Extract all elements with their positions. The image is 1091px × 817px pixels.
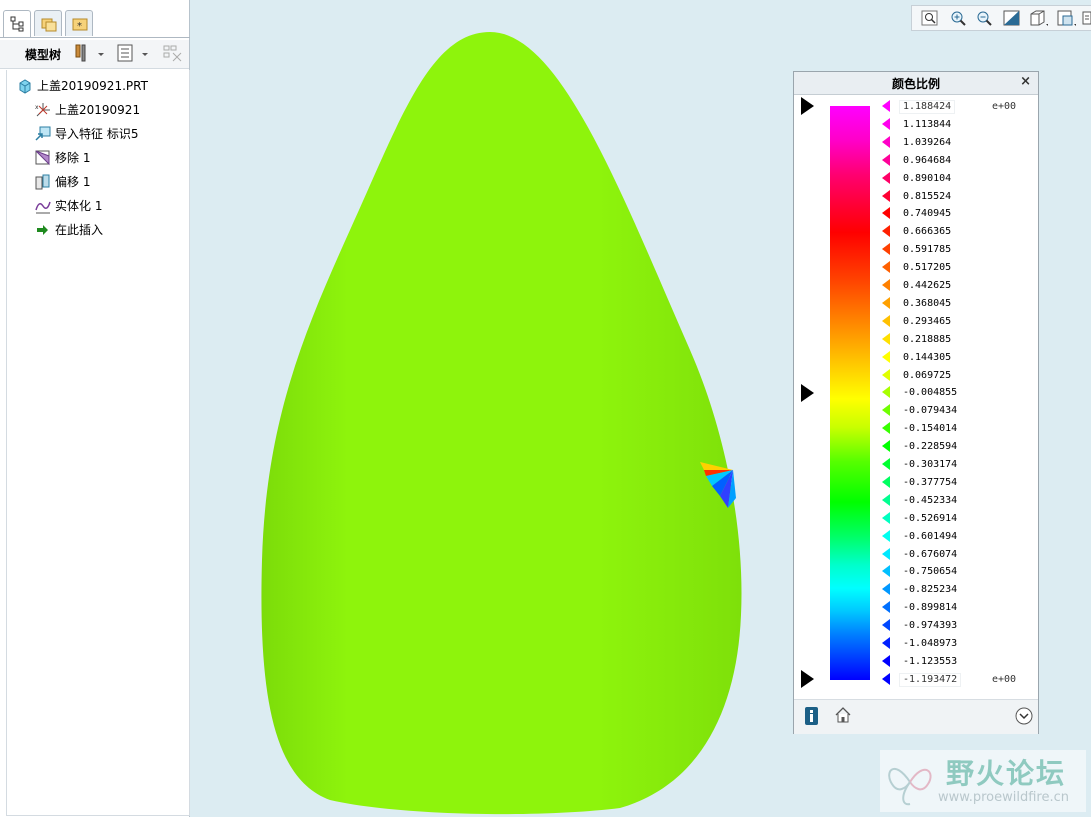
scale-value-label: 1.039264	[903, 136, 952, 148]
scale-value-label: 0.293465	[903, 315, 952, 327]
display-style-icon[interactable]	[1028, 9, 1048, 27]
max-slider-handle[interactable]	[801, 97, 814, 115]
color-scale-title: 颜色比例	[891, 77, 940, 91]
watermark-url: www.proewildfire.cn	[938, 790, 1069, 805]
scale-marker	[882, 475, 890, 488]
scale-value-label: -0.154014	[903, 423, 958, 435]
scale-marker	[882, 189, 890, 202]
scale-marker	[882, 153, 890, 166]
scale-marker	[882, 619, 890, 632]
scale-marker	[882, 565, 890, 578]
scale-value-label: -0.452334	[903, 494, 958, 506]
expand-chevron-icon[interactable]	[1014, 706, 1034, 726]
scale-marker	[882, 117, 890, 130]
deviation-model-surface[interactable]	[261, 32, 742, 815]
zoom-in-icon[interactable]	[948, 9, 968, 27]
info-icon[interactable]	[804, 706, 820, 726]
scale-value-label: -0.526914	[903, 512, 958, 524]
repaint-icon[interactable]	[1002, 9, 1022, 27]
refit-icon[interactable]	[920, 9, 940, 27]
scale-value-label: -1.123553	[903, 655, 958, 667]
scale-value-label: -0.750654	[903, 566, 958, 578]
watermark: 野火论坛 www.proewildfire.cn	[880, 750, 1086, 812]
scale-value-label: -0.676074	[903, 548, 958, 560]
color-scale-header: 颜色比例 ×	[794, 72, 1038, 95]
scale-marker	[882, 171, 890, 184]
color-scale-dialog: 颜色比例 × 1.188424 e+00 -1.193472 e+00 1.11…	[793, 71, 1039, 734]
scale-value-label: 0.964684	[903, 154, 952, 166]
max-exponent: e+00	[992, 101, 1017, 112]
scale-marker	[882, 547, 890, 560]
saved-views-icon[interactable]	[1056, 9, 1076, 27]
scale-value-label: 0.666365	[903, 226, 952, 238]
scale-value-label: 1.113844	[903, 118, 952, 130]
color-scale-body: 1.188424 e+00 -1.193472 e+00 1.113844 1.0…	[794, 94, 1038, 704]
scale-marker	[882, 458, 890, 470]
zoom-out-icon[interactable]	[974, 9, 994, 27]
color-gradient-bar	[830, 106, 870, 680]
scale-value-label: 0.144305	[903, 351, 952, 363]
scale-marker	[882, 654, 890, 667]
scale-marker	[882, 601, 890, 614]
scale-marker	[882, 207, 890, 220]
home-icon[interactable]	[834, 706, 852, 724]
scale-value-label: 0.517205	[903, 262, 952, 274]
butterfly-logo-icon	[888, 767, 932, 806]
scale-marker	[882, 332, 890, 345]
scale-value-label: -0.079434	[903, 405, 958, 417]
min-slider-handle[interactable]	[801, 670, 814, 688]
scale-marker	[882, 350, 890, 363]
scale-value-label: -0.228594	[903, 441, 958, 453]
scale-value-label: -0.825234	[903, 584, 958, 596]
scale-marker	[882, 314, 890, 327]
scale-value-label: 0.591785	[903, 244, 952, 256]
scale-marker	[882, 529, 890, 542]
scale-marker	[882, 422, 890, 435]
mid-slider-handle[interactable]	[801, 384, 814, 402]
scale-marker	[882, 261, 890, 274]
scale-marker	[882, 493, 890, 506]
scale-value-label: -0.601494	[903, 530, 958, 542]
scale-marker	[882, 135, 890, 148]
scale-marker	[882, 404, 890, 417]
scale-value-label: -0.974393	[903, 620, 958, 632]
scale-value-label: -0.377754	[903, 476, 958, 488]
scale-marker-max	[882, 100, 890, 112]
scale-value-label: 0.890104	[903, 172, 952, 184]
scale-value-label: -1.048973	[903, 638, 958, 649]
scale-marker	[882, 440, 890, 453]
scale-marker	[882, 386, 890, 399]
scale-marker	[882, 583, 890, 596]
scale-marker-min	[882, 672, 890, 685]
more-icon[interactable]	[1082, 9, 1091, 27]
scale-value-label: -0.303174	[903, 459, 958, 470]
scale-value-label: 0.218885	[903, 333, 952, 345]
min-exponent: e+00	[992, 674, 1017, 685]
scale-marker	[882, 511, 890, 524]
scale-marker	[882, 637, 890, 649]
scale-marker	[882, 279, 890, 291]
max-value-field[interactable]: 1.188424	[900, 101, 955, 113]
scale-marker	[882, 296, 890, 309]
color-scale-footer	[794, 699, 1038, 734]
scale-value-label: 0.815524	[903, 190, 952, 202]
view-toolbar	[911, 5, 1091, 31]
scale-marker	[882, 368, 890, 381]
scale-value-label: 0.442625	[903, 280, 952, 291]
scale-marker	[882, 243, 890, 256]
scale-value-label: 0.069725	[903, 369, 952, 381]
scale-value-label: 0.740945	[903, 208, 952, 220]
scale-marker	[882, 225, 890, 238]
watermark-title: 野火论坛	[946, 757, 1067, 790]
close-icon[interactable]: ×	[1020, 74, 1031, 89]
min-value-field[interactable]: -1.193472	[900, 674, 961, 686]
scale-value-label: -0.899814	[903, 602, 958, 614]
scale-value-label: -0.004855	[903, 387, 958, 399]
scale-value-label: 0.368045	[903, 297, 952, 309]
